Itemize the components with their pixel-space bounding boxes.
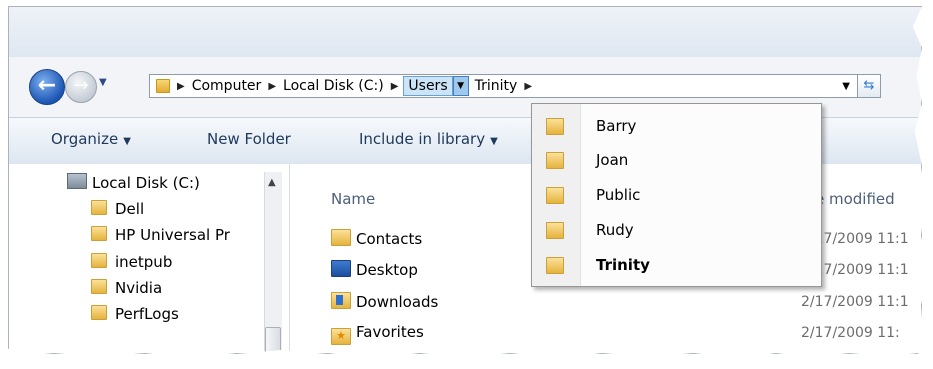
recent-pages-button[interactable]: ▼ xyxy=(99,77,107,88)
file-date: 2/17/2009 11: xyxy=(801,325,900,341)
tree-item-dell[interactable]: Dell xyxy=(91,200,144,218)
chevron-right-icon[interactable]: ▶ xyxy=(524,81,532,92)
organize-button[interactable]: Organize ▼ xyxy=(51,130,131,148)
folder-icon xyxy=(546,152,564,169)
tree-item-perflogs[interactable]: PerfLogs xyxy=(91,305,179,323)
chevron-down-icon: ▼ xyxy=(490,136,498,147)
folder-icon xyxy=(91,200,107,215)
new-folder-button[interactable]: New Folder xyxy=(207,130,291,148)
folder-icon xyxy=(546,118,564,135)
dropdown-item-joan[interactable]: Joan xyxy=(532,144,821,178)
tree-item-nvidia[interactable]: Nvidia xyxy=(91,279,162,297)
tree-item-local-disk[interactable]: Local Disk (C:) xyxy=(67,173,200,192)
file-row-favorites[interactable]: ★ Favorites xyxy=(331,323,424,345)
include-in-library-button[interactable]: Include in library ▼ xyxy=(359,130,498,148)
forward-arrow-icon: → xyxy=(73,75,89,96)
file-row-contacts[interactable]: Contacts xyxy=(331,229,422,248)
tree-item-label: Dell xyxy=(115,200,145,218)
refresh-icon: ⇆ xyxy=(863,78,875,93)
contacts-folder-icon xyxy=(331,229,351,246)
breadcrumb-local-disk[interactable]: Local Disk (C:) xyxy=(283,78,384,94)
chevron-down-icon: ▼ xyxy=(99,77,107,88)
chevron-right-icon[interactable]: ▶ xyxy=(268,81,276,92)
tree-item-hp-universal[interactable]: HP Universal Pr xyxy=(91,226,230,244)
dropdown-item-trinity[interactable]: Trinity xyxy=(532,249,821,283)
dropdown-item-public[interactable]: Public xyxy=(532,179,821,213)
desktop-folder-icon xyxy=(331,260,351,277)
folder-icon xyxy=(546,187,564,204)
breadcrumb-computer[interactable]: Computer xyxy=(192,78,262,94)
column-header-name[interactable]: Name xyxy=(331,190,375,208)
favorites-folder-icon: ★ xyxy=(331,328,351,345)
users-subfolder-dropdown: Barry Joan Public Rudy Trinity xyxy=(531,103,822,287)
file-row-downloads[interactable]: Downloads xyxy=(331,292,438,311)
forward-button[interactable]: → xyxy=(65,71,97,103)
file-date: 2/17/2009 11:1 xyxy=(801,294,909,310)
dropdown-item-barry[interactable]: Barry xyxy=(532,110,821,144)
dropdown-item-rudy[interactable]: Rudy xyxy=(532,214,821,248)
folder-icon xyxy=(156,79,170,93)
tree-item-label: Local Disk (C:) xyxy=(92,174,200,192)
downloads-folder-icon xyxy=(331,292,351,309)
tree-item-label: inetpub xyxy=(115,253,173,271)
organize-label: Organize xyxy=(51,130,119,148)
file-name: Downloads xyxy=(356,293,439,311)
scroll-up-icon[interactable]: ▲ xyxy=(268,177,276,188)
file-row-desktop[interactable]: Desktop xyxy=(331,260,418,279)
folder-icon xyxy=(91,253,107,268)
breadcrumb-trinity[interactable]: Trinity xyxy=(475,78,518,94)
back-arrow-icon: ← xyxy=(37,73,57,98)
dropdown-item-label: Trinity xyxy=(596,256,650,274)
chevron-right-icon[interactable]: ▶ xyxy=(177,81,185,92)
folder-icon xyxy=(546,222,564,239)
drive-icon xyxy=(67,173,87,189)
tree-item-label: Nvidia xyxy=(115,279,163,297)
title-bar xyxy=(9,7,921,57)
folder-icon xyxy=(546,257,564,274)
refresh-button[interactable]: ⇆ xyxy=(857,74,881,98)
breadcrumb-users[interactable]: Users xyxy=(403,76,453,96)
file-name: Favorites xyxy=(356,323,424,341)
file-name: Desktop xyxy=(356,261,418,279)
dropdown-item-label: Joan xyxy=(596,151,629,169)
breadcrumb-users-dropdown-button[interactable]: ▼ xyxy=(452,76,469,96)
address-history-dropdown[interactable]: ▼ xyxy=(842,81,850,92)
folder-icon xyxy=(91,226,107,241)
tree-item-inetpub[interactable]: inetpub xyxy=(91,253,172,271)
dropdown-item-label: Public xyxy=(596,186,641,204)
tree-item-label: PerfLogs xyxy=(115,305,179,323)
include-in-library-label: Include in library xyxy=(359,130,486,148)
scroll-thumb[interactable] xyxy=(265,327,281,353)
chevron-down-icon: ▼ xyxy=(123,136,131,147)
dropdown-item-label: Rudy xyxy=(596,221,634,239)
column-header-date-modified[interactable]: e modified xyxy=(815,190,895,208)
folder-icon xyxy=(91,305,107,320)
address-bar[interactable]: ▶ Computer ▶ Local Disk (C:) ▶ Users ▼ T… xyxy=(149,74,881,98)
back-button[interactable]: ← xyxy=(29,69,65,105)
tree-item-label: HP Universal Pr xyxy=(115,226,230,244)
folder-icon xyxy=(91,279,107,294)
chevron-right-icon[interactable]: ▶ xyxy=(391,81,399,92)
file-name: Contacts xyxy=(356,230,423,248)
dropdown-item-label: Barry xyxy=(596,117,637,135)
